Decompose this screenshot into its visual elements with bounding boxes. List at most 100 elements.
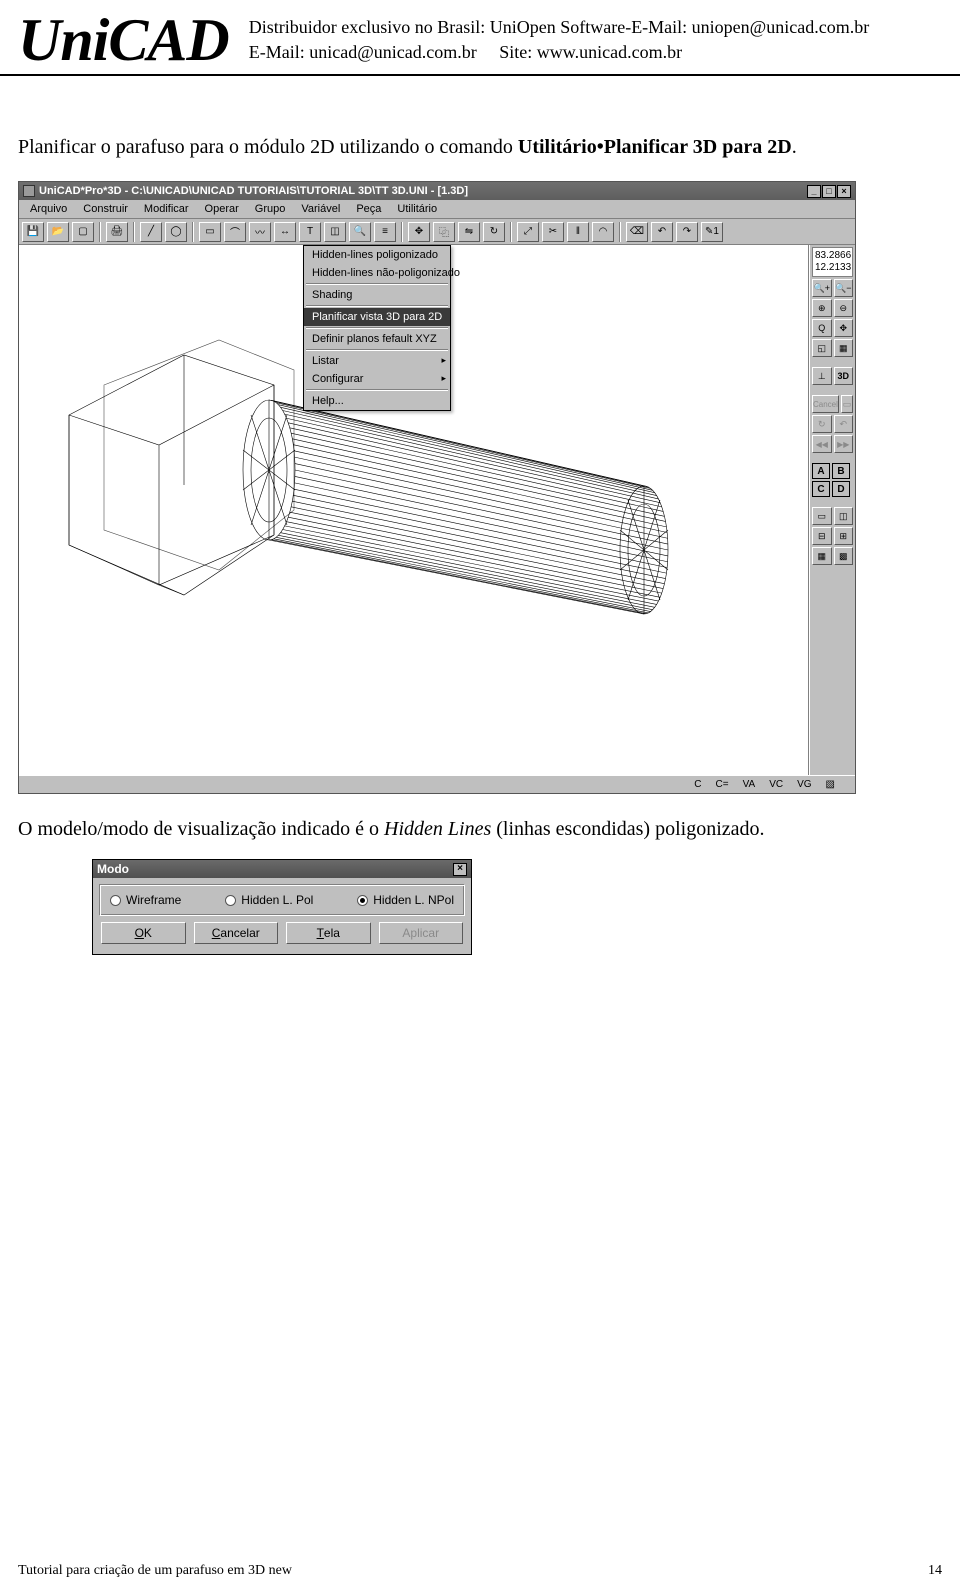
tb-circle-icon[interactable]: ◯ — [165, 222, 187, 242]
tb-line-icon[interactable]: ╱ — [140, 222, 162, 242]
logo: UniCAD — [18, 10, 229, 70]
status-grip-icon[interactable]: ▧ — [826, 779, 835, 790]
zoom-mag-plus-icon[interactable]: 🔍+ — [812, 279, 832, 297]
menu-construir[interactable]: Construir — [76, 202, 135, 216]
tb-arc-icon[interactable]: ⌒ — [224, 222, 246, 242]
tb-text-icon[interactable]: T — [299, 222, 321, 242]
tb-view-icon[interactable]: ◫ — [324, 222, 346, 242]
layout5-icon[interactable]: ▦ — [812, 547, 832, 565]
refresh-icon[interactable]: ↻ — [812, 415, 832, 433]
tb-mirror-icon[interactable]: ⇋ — [458, 222, 480, 242]
tb-redo-icon[interactable]: ↷ — [676, 222, 698, 242]
dd-definir-planos[interactable]: Definir planos fefault XYZ — [304, 330, 450, 348]
close-button[interactable]: × — [837, 185, 851, 198]
cancel-button[interactable]: Cancelar — [194, 922, 279, 944]
tb-trim-icon[interactable]: ✂ — [542, 222, 564, 242]
zoom-minus-icon[interactable]: ⊖ — [834, 299, 854, 317]
dialog-titlebar[interactable]: Modo × — [93, 860, 471, 878]
view-b-button[interactable]: B — [832, 463, 850, 479]
cad-app-window: UniCAD*Pro*3D - C:\UNICAD\UNICAD TUTORIA… — [18, 181, 856, 794]
zoom-q-icon[interactable]: Q — [812, 319, 832, 337]
tb-undo-icon[interactable]: ↶ — [651, 222, 673, 242]
panel-icon[interactable]: ▭ — [841, 395, 853, 413]
menu-operar[interactable]: Operar — [198, 202, 246, 216]
radio-icon[interactable] — [225, 895, 236, 906]
tb-select-icon[interactable]: ▭ — [199, 222, 221, 242]
dd-listar[interactable]: Listar — [304, 352, 450, 370]
dd-hidden-naopolig[interactable]: Hidden-lines não-poligonizado — [304, 264, 450, 282]
utilitario-dropdown[interactable]: Hidden-lines poligonizado Hidden-lines n… — [303, 245, 451, 411]
toolbar[interactable]: 💾 📂 ▢ 🖨 ╱ ◯ ▭ ⌒ 〰 ↔ T ◫ 🔍 ≡ ✥ ⿻ ⇋ ↻ ⤢ ✂ … — [19, 219, 855, 245]
menu-bar[interactable]: Arquivo Construir Modificar Operar Grupo… — [19, 200, 855, 219]
menu-utilitario[interactable]: Utilitário — [390, 202, 444, 216]
tb-curve-icon[interactable]: 〰 — [249, 222, 271, 242]
fit-icon[interactable]: ▦ — [834, 339, 854, 357]
aplicar-button[interactable]: Aplicar — [379, 922, 464, 944]
tb-sep — [192, 222, 194, 242]
menu-modificar[interactable]: Modificar — [137, 202, 196, 216]
status-ceq[interactable]: C= — [716, 779, 729, 790]
tb-dim-icon[interactable]: ↔ — [274, 222, 296, 242]
dd-help[interactable]: Help... — [304, 392, 450, 410]
3d-button[interactable]: 3D — [834, 367, 854, 385]
radio-icon[interactable] — [110, 895, 121, 906]
back-icon[interactable]: ↶ — [834, 415, 854, 433]
tb-offset-icon[interactable]: ‖ — [567, 222, 589, 242]
layout2-icon[interactable]: ◫ — [834, 507, 854, 525]
maximize-button[interactable]: □ — [822, 185, 836, 198]
view-a-button[interactable]: A — [812, 463, 830, 479]
status-va[interactable]: VA — [743, 779, 756, 790]
layout4-icon[interactable]: ⊞ — [834, 527, 854, 545]
menu-grupo[interactable]: Grupo — [248, 202, 293, 216]
zoom-mag-minus-icon[interactable]: 🔍− — [834, 279, 854, 297]
minimize-button[interactable]: _ — [807, 185, 821, 198]
view-d-button[interactable]: D — [832, 481, 850, 497]
tb-open-icon[interactable]: 📂 — [47, 222, 69, 242]
dd-hidden-polig[interactable]: Hidden-lines poligonizado — [304, 246, 450, 264]
tb-scale-icon[interactable]: ⤢ — [517, 222, 539, 242]
status-vc[interactable]: VC — [769, 779, 783, 790]
titlebar[interactable]: UniCAD*Pro*3D - C:\UNICAD\UNICAD TUTORIA… — [19, 182, 855, 200]
nav-prev-icon[interactable]: ◀◀ — [812, 435, 832, 453]
layout3-icon[interactable]: ⊟ — [812, 527, 832, 545]
tb-save-icon[interactable]: 💾 — [22, 222, 44, 242]
view-c-button[interactable]: C — [812, 481, 830, 497]
menu-arquivo[interactable]: Arquivo — [23, 202, 74, 216]
dd-planificar[interactable]: Planificar vista 3D para 2D — [304, 308, 450, 326]
menu-peca[interactable]: Peça — [349, 202, 388, 216]
canvas[interactable]: Hidden-lines poligonizado Hidden-lines n… — [19, 245, 809, 775]
tb-pen-icon[interactable]: ✎1 — [701, 222, 723, 242]
status-vg[interactable]: VG — [797, 779, 811, 790]
dd-shading[interactable]: Shading — [304, 286, 450, 304]
tb-print-icon[interactable]: 🖨 — [106, 222, 128, 242]
modo-dialog: Modo × Wireframe Hidden L. Pol Hidden L.… — [92, 859, 472, 955]
radio-hidden-npol[interactable]: Hidden L. NPol — [357, 893, 454, 907]
para1-command: Utilitário•Planificar 3D para 2D — [518, 136, 792, 158]
zoom-plus-icon[interactable]: ⊕ — [812, 299, 832, 317]
nav-next-icon[interactable]: ▶▶ — [834, 435, 854, 453]
zoom-all-icon[interactable]: ◱ — [812, 339, 832, 357]
intro-paragraph: Planificar o parafuso para o módulo 2D u… — [18, 136, 942, 159]
menu-variavel[interactable]: Variável — [294, 202, 347, 216]
cancel-icon[interactable]: Cancel — [812, 395, 839, 413]
status-c[interactable]: C — [694, 779, 701, 790]
radio-hidden-pol[interactable]: Hidden L. Pol — [225, 893, 313, 907]
ok-button[interactable]: OK — [101, 922, 186, 944]
axes-icon[interactable]: ⊥ — [812, 367, 832, 385]
tb-layer-icon[interactable]: ≡ — [374, 222, 396, 242]
tb-zoom-icon[interactable]: 🔍 — [349, 222, 371, 242]
layout1-icon[interactable]: ▭ — [812, 507, 832, 525]
tb-move-icon[interactable]: ✥ — [408, 222, 430, 242]
tb-erase-icon[interactable]: ⌫ — [626, 222, 648, 242]
dd-configurar[interactable]: Configurar — [304, 370, 450, 388]
radio-icon[interactable] — [357, 895, 368, 906]
tb-new-icon[interactable]: ▢ — [72, 222, 94, 242]
tb-rotate-icon[interactable]: ↻ — [483, 222, 505, 242]
pan-icon[interactable]: ✥ — [834, 319, 854, 337]
dialog-close-button[interactable]: × — [453, 863, 467, 876]
tb-fillet-icon[interactable]: ◠ — [592, 222, 614, 242]
tela-button[interactable]: Tela — [286, 922, 371, 944]
layout6-icon[interactable]: ▩ — [834, 547, 854, 565]
tb-copy-icon[interactable]: ⿻ — [433, 222, 455, 242]
radio-wireframe[interactable]: Wireframe — [110, 893, 181, 907]
